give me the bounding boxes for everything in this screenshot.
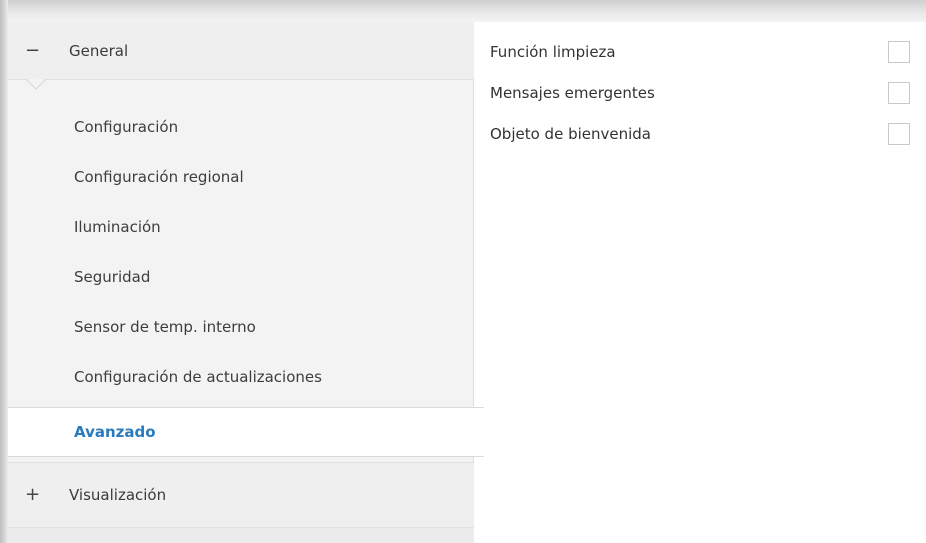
param-row-objeto-bienvenida: Objeto de bienvenida xyxy=(474,118,926,150)
sidebar-item-label: Seguridad xyxy=(74,268,151,286)
app-window: − General Configuración Configuración re… xyxy=(0,0,926,543)
param-label: Mensajes emergentes xyxy=(490,84,655,102)
sidebar-item-configuracion-actualizaciones[interactable]: Configuración de actualizaciones xyxy=(8,352,474,402)
next-group-edge xyxy=(8,528,474,543)
param-label: Función limpieza xyxy=(490,43,616,61)
sidebar-item-sensor-temp[interactable]: Sensor de temp. interno xyxy=(8,302,474,352)
group-visualizacion-label: Visualización xyxy=(69,486,167,504)
sidebar-item-label: Configuración de actualizaciones xyxy=(74,368,322,386)
collapse-minus-icon[interactable]: − xyxy=(25,41,40,59)
group-general-label: General xyxy=(69,41,129,60)
parameter-settings-panel: Función limpieza Mensajes emergentes Obj… xyxy=(474,22,926,543)
sidebar-item-label: Avanzado xyxy=(74,423,156,441)
expand-plus-icon[interactable]: + xyxy=(25,486,40,504)
sidebar-item-label: Sensor de temp. interno xyxy=(74,318,256,336)
parameter-tree-panel: − General Configuración Configuración re… xyxy=(8,22,484,543)
sidebar-item-iluminacion[interactable]: Iluminación xyxy=(8,202,474,252)
sidebar-item-label: Configuración xyxy=(74,118,179,136)
sidebar-item-label: Configuración regional xyxy=(74,168,244,186)
sidebar-item-seguridad[interactable]: Seguridad xyxy=(8,252,474,302)
param-label: Objeto de bienvenida xyxy=(490,125,651,143)
window-shadow-left xyxy=(0,0,8,543)
funcion-limpieza-checkbox[interactable] xyxy=(888,41,910,63)
expand-pointer-icon xyxy=(26,79,46,90)
sidebar-item-avanzado[interactable]: Avanzado xyxy=(8,407,484,457)
sidebar-item-configuracion[interactable]: Configuración xyxy=(8,102,474,152)
param-row-mensajes-emergentes: Mensajes emergentes xyxy=(474,77,926,109)
sidebar-item-configuracion-regional[interactable]: Configuración regional xyxy=(8,152,474,202)
window-shadow-top xyxy=(0,0,926,22)
group-general[interactable]: − General xyxy=(8,22,474,80)
sidebar-item-label: Iluminación xyxy=(74,218,161,236)
group-visualizacion[interactable]: + Visualización xyxy=(8,462,474,528)
objeto-bienvenida-checkbox[interactable] xyxy=(888,123,910,145)
mensajes-emergentes-checkbox[interactable] xyxy=(888,82,910,104)
param-row-funcion-limpieza: Función limpieza xyxy=(474,36,926,68)
